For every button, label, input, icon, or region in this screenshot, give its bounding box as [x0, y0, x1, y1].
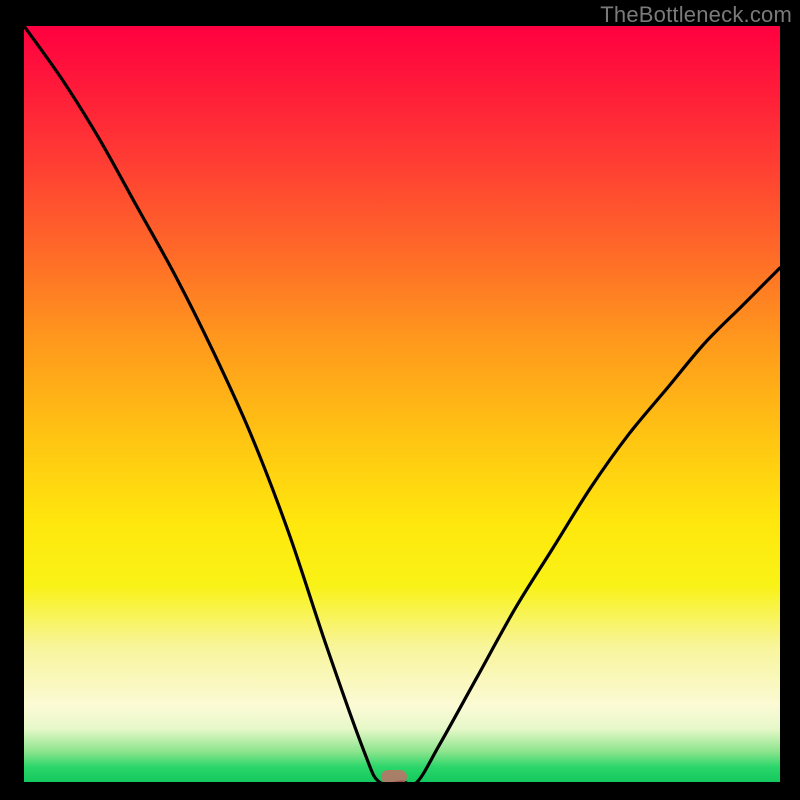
attribution-label: TheBottleneck.com	[600, 2, 792, 28]
minimum-marker	[381, 770, 407, 782]
curve-layer	[24, 26, 780, 782]
bottleneck-curve	[24, 26, 780, 782]
chart-frame: TheBottleneck.com	[0, 0, 800, 800]
plot-area	[24, 26, 780, 782]
